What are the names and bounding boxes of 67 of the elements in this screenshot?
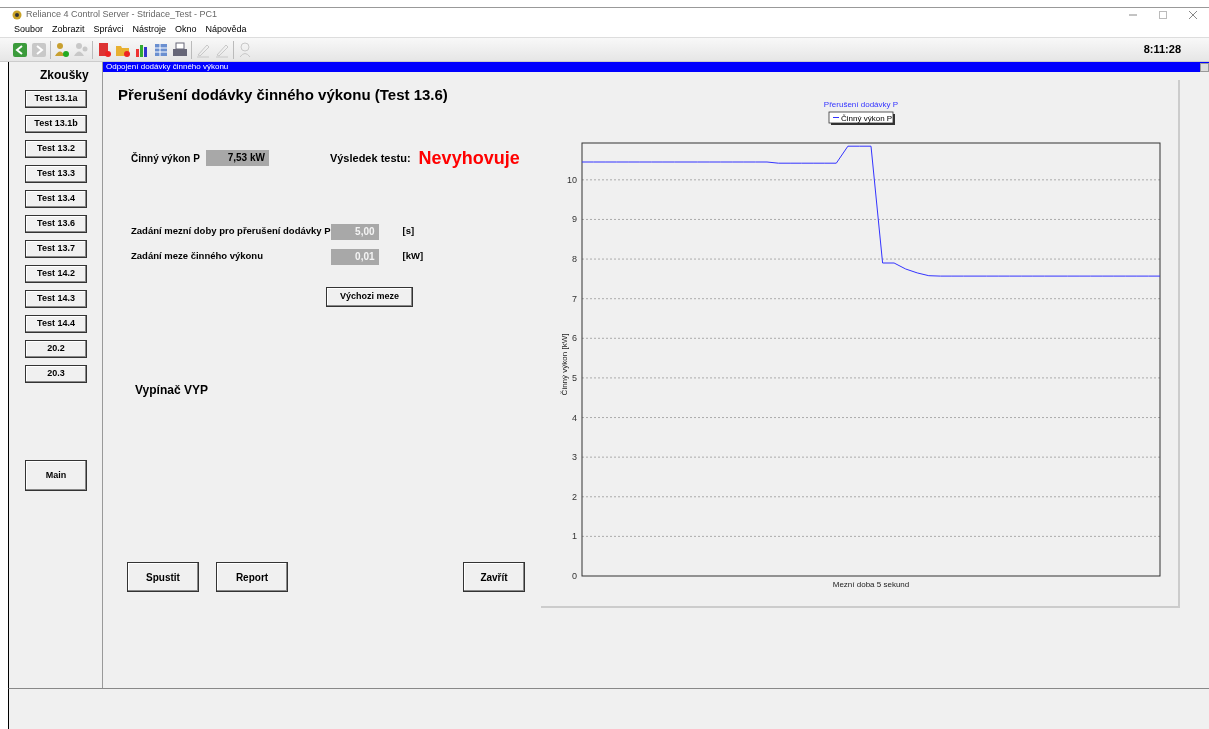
- test-button[interactable]: Test 14.4: [25, 315, 87, 333]
- test-button[interactable]: 20.3: [25, 365, 87, 383]
- menu-item[interactable]: Soubor: [14, 22, 44, 37]
- test-button[interactable]: 20.2: [25, 340, 87, 358]
- toolbar-button[interactable]: [12, 41, 28, 58]
- y-tick-label: 5: [572, 372, 577, 383]
- test-button[interactable]: Test 13.7: [25, 240, 87, 258]
- dialog-heading: Přerušení dodávky činného výkonu (Test 13.6): [118, 85, 449, 105]
- y-tick-label: 1: [572, 531, 577, 542]
- breaker-status: Vypínač VYP: [135, 381, 209, 399]
- y-axis-title: Činný výkon [kW]: [560, 333, 569, 396]
- menu-item[interactable]: Okno: [175, 22, 197, 37]
- unit-label: [kW]: [402, 249, 425, 264]
- test-button[interactable]: Test 14.2: [25, 265, 87, 283]
- limit-label: Zadání meze činného výkonu: [131, 249, 264, 264]
- close-button[interactable]: Zavřít: [463, 562, 525, 592]
- maximize-icon[interactable]: [1159, 11, 1167, 19]
- chart-title: Přerušení dodávky P: [823, 100, 899, 109]
- unit-label: [s]: [402, 224, 416, 239]
- result-label: Výsledek testu:: [329, 150, 411, 166]
- y-tick-label: 10: [567, 174, 577, 185]
- y-tick-label: 3: [572, 452, 577, 463]
- y-tick-label: 6: [572, 333, 577, 344]
- clock: 8:11:28: [1143, 42, 1181, 58]
- x-axis-title: Mezní doba 5 sekund: [832, 580, 910, 589]
- chart-legend: Činný výkon P: [828, 111, 895, 125]
- toolbar-button[interactable]: [172, 41, 188, 58]
- test-button[interactable]: Test 13.6: [25, 215, 87, 233]
- document-icon: [96, 41, 112, 58]
- action-button[interactable]: Report: [216, 562, 288, 592]
- main-button[interactable]: Main: [25, 460, 87, 491]
- close-icon[interactable]: [1189, 11, 1197, 19]
- menu-item[interactable]: Správci: [93, 22, 124, 37]
- test-button[interactable]: Test 13.4: [25, 190, 87, 208]
- menu-item[interactable]: Nástroje: [132, 22, 167, 37]
- y-tick-label: 9: [572, 214, 577, 225]
- menu-item[interactable]: Zobrazit: [52, 22, 85, 37]
- y-tick-label: 2: [572, 491, 577, 502]
- users-icon: [73, 41, 89, 58]
- y-tick-label: 4: [572, 412, 577, 423]
- power-label: Činný výkon P: [131, 151, 200, 166]
- test-button[interactable]: Test 13.3: [25, 165, 87, 183]
- limit-label: Zadání mezní doby pro přerušení dodávky P: [131, 224, 331, 239]
- result-value: Nevyhovuje: [418, 146, 520, 170]
- y-tick-label: 0: [572, 571, 577, 581]
- power-value: 7,53 kW: [205, 150, 269, 166]
- table-icon: [153, 41, 169, 58]
- y-tick-label: 7: [572, 293, 577, 304]
- dialog-title: Odpojení dodávky činného výkonu: [106, 62, 229, 72]
- close-button[interactable]: [1200, 62, 1209, 72]
- app-icon: [12, 9, 22, 20]
- sidebar-heading: Zkoušky: [40, 67, 89, 84]
- test-button[interactable]: Test 14.3: [25, 290, 87, 308]
- test-button[interactable]: Test 13.1b: [25, 115, 87, 133]
- legend-label: Činný výkon P: [841, 114, 893, 123]
- test-button[interactable]: Test 13.2: [25, 140, 87, 158]
- y-tick-label: 8: [572, 254, 577, 265]
- printer-icon: [172, 41, 188, 58]
- action-button[interactable]: Spustit: [127, 562, 199, 592]
- person-icon: [237, 41, 253, 58]
- default-limits-button[interactable]: Výchozi meze: [326, 286, 413, 307]
- toolbar-button[interactable]: [96, 41, 112, 58]
- user-add-icon: [54, 41, 70, 58]
- minimize-icon[interactable]: [1129, 11, 1137, 19]
- test-button[interactable]: Test 13.1a: [25, 90, 87, 108]
- menu-item[interactable]: Nápověda: [205, 22, 247, 37]
- window-title: Reliance 4 Control Server - Stridace_Test - PC1: [26, 8, 218, 22]
